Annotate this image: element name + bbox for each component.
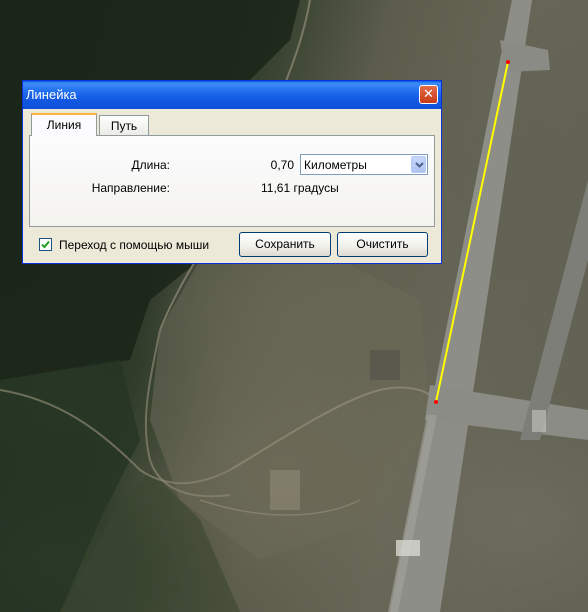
chevron-down-icon[interactable]	[411, 156, 426, 173]
dialog-title: Линейка	[26, 87, 77, 102]
save-button[interactable]: Сохранить	[239, 232, 331, 257]
dialog-titlebar[interactable]: Линейка ✕	[23, 81, 441, 109]
direction-value: 11,61 градусы	[261, 181, 339, 195]
close-button[interactable]: ✕	[419, 85, 438, 104]
close-icon: ✕	[423, 87, 434, 102]
direction-label: Направление:	[91, 181, 170, 195]
clear-button[interactable]: Очистить	[337, 232, 428, 257]
tab-path-label: Путь	[110, 119, 138, 133]
unit-select[interactable]: Километры	[300, 154, 428, 175]
measure-end-point	[434, 400, 438, 404]
mouse-nav-label[interactable]: Переход с помощью мыши	[59, 238, 209, 252]
length-label: Длина:	[131, 158, 170, 172]
unit-select-value: Километры	[304, 158, 367, 172]
line-tab-panel: Длина: 0,70 Километры Направление: 11,61…	[29, 135, 435, 227]
tab-path[interactable]: Путь	[99, 115, 149, 135]
length-value: 0,70	[270, 158, 294, 172]
tab-line[interactable]: Линия	[31, 113, 97, 136]
measure-start-point	[506, 60, 510, 64]
checkmark-icon	[41, 240, 50, 249]
ruler-dialog: Линейка ✕ Линия Путь Длина: 0,70 Километ…	[22, 80, 442, 264]
mouse-nav-checkbox[interactable]	[39, 238, 52, 251]
tab-line-label: Линия	[46, 118, 82, 132]
